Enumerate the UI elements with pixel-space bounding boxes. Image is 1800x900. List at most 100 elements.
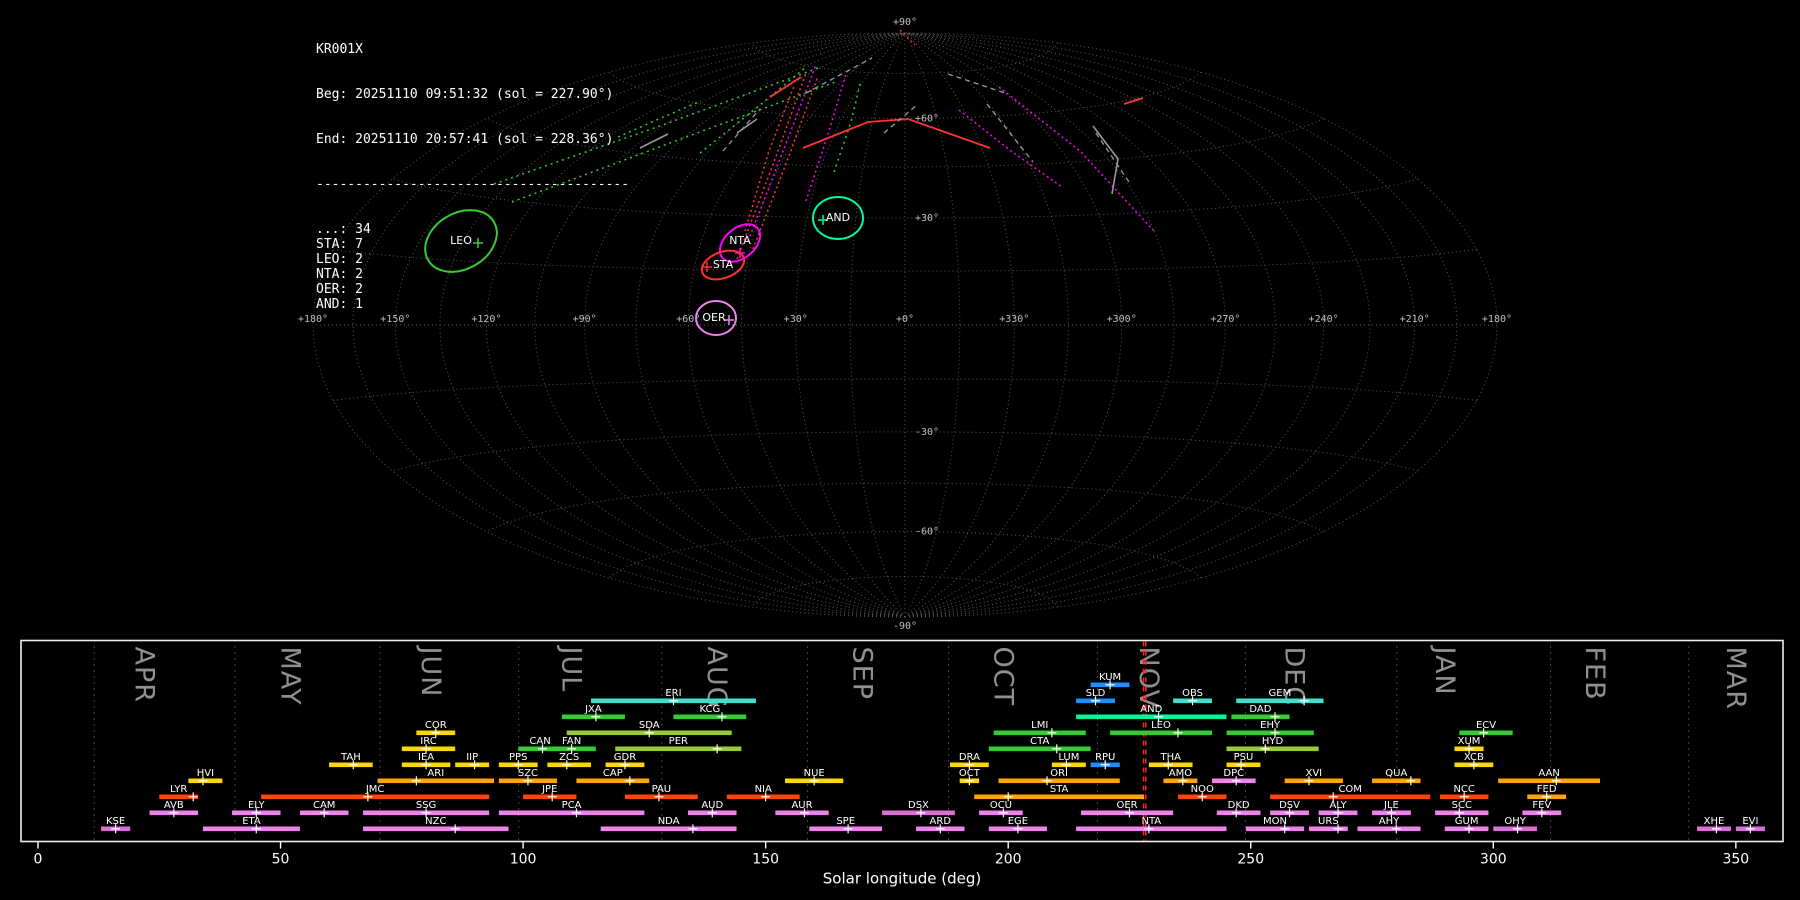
shower-label-SCC: SCC — [1452, 800, 1472, 811]
peak-marker-LYR — [188, 792, 198, 802]
lat-grid-label: +30° — [915, 213, 939, 224]
shower-label-HVI: HVI — [197, 768, 214, 779]
meteor-track — [736, 118, 758, 134]
shower-label-KCG: KCG — [699, 704, 720, 715]
shower-bar-EHY — [1226, 730, 1314, 736]
shower-bar-CAP — [576, 778, 650, 784]
lon-grid-label: +300° — [1107, 314, 1137, 325]
shower-bar-NZC — [363, 826, 509, 832]
lon-grid-label: +0° — [896, 314, 914, 325]
shower-bar-PER — [615, 746, 742, 752]
x-tick-label: 150 — [752, 852, 779, 868]
shower-label-PAU: PAU — [652, 784, 672, 795]
meteor-track — [617, 100, 702, 138]
peak-marker-CAP — [625, 776, 635, 786]
shower-label-OCU: OCU — [990, 800, 1012, 811]
meteor-track — [1092, 125, 1119, 195]
count-LEO: LEO: 2 — [316, 252, 363, 267]
shower-bar-GEM — [1236, 698, 1324, 704]
shower-label-DAD: DAD — [1249, 704, 1271, 715]
lon-grid-label: +330° — [999, 314, 1029, 325]
shower-label-DSX: DSX — [908, 800, 929, 811]
shower-label-GUM: GUM — [1455, 816, 1479, 827]
shower-label-THA: THA — [1159, 752, 1181, 763]
shower-label-STA: STA — [1050, 784, 1069, 795]
shower-bar-COM — [1270, 794, 1431, 800]
shower-label-JXA: JXA — [584, 704, 602, 715]
shower-label-DPC: DPC — [1223, 768, 1244, 779]
session-end: End: 20251110 20:57:41 (sol = 228.36°) — [316, 132, 614, 147]
meteor-track — [699, 66, 807, 154]
shower-bar-AAN — [1498, 778, 1601, 784]
shower-label-PSU: PSU — [1234, 752, 1254, 763]
radiant-label-OER: OER — [702, 311, 726, 324]
shower-label-URS: URS — [1318, 816, 1339, 827]
radiant-label-AND: AND — [826, 211, 850, 224]
meteor-track — [986, 103, 1034, 163]
peak-marker-QUA — [1406, 776, 1416, 786]
lon-grid-label: +240° — [1309, 314, 1339, 325]
meteor-track — [1123, 97, 1144, 105]
shower-bar-HYD — [1226, 746, 1319, 752]
graticule-meridian — [904, 32, 1226, 618]
shower-bar-AND — [1076, 714, 1227, 720]
shower-bar-DAD — [1231, 714, 1290, 720]
graticule-meridian — [904, 32, 1175, 618]
sky-map-plot: LEO NTASTAOERAND+180° +150° +120° +90° +60° +3… — [298, 17, 1512, 630]
shower-label-DKD: DKD — [1228, 800, 1250, 811]
shower-label-AUR: AUR — [791, 800, 812, 811]
graticule-parallel — [751, 575, 1059, 608]
peak-marker-NDA — [688, 824, 698, 834]
shower-label-CAN: CAN — [529, 736, 550, 747]
month-label-JUN: JUN — [415, 645, 446, 698]
month-label-FEB: FEB — [1579, 647, 1610, 701]
month-label-JUL: JUL — [556, 645, 587, 693]
meteor-track — [899, 29, 916, 46]
lat-grid-label: +60° — [915, 114, 939, 125]
shower-label-TAH: TAH — [340, 752, 361, 763]
count-...: ...: 34 — [316, 222, 371, 237]
meteor-track — [805, 57, 873, 94]
month-label-MAR: MAR — [1720, 647, 1751, 711]
shower-bar-JMC — [261, 794, 490, 800]
month-label-NOV: NOV — [1133, 647, 1164, 709]
shower-label-SPE: SPE — [836, 816, 855, 827]
graticule-parallel — [608, 531, 1202, 579]
shower-label-AHY: AHY — [1379, 816, 1400, 827]
shower-label-ORI: ORI — [1050, 768, 1068, 779]
lon-grid-label: +180° — [1482, 314, 1512, 325]
shower-label-LEO: LEO — [1151, 720, 1171, 731]
meteor-track — [744, 85, 795, 232]
lon-grid-label: +270° — [1210, 314, 1240, 325]
station-id: KR001X — [316, 42, 363, 57]
activity-timeline-plot: APR MAY JUN JUL AUG SEP OCT NOV DEC JAN FEB MARKUME… — [20, 639, 1784, 888]
shower-bar-AHY — [1357, 826, 1421, 832]
peak-marker-LEO — [1173, 728, 1183, 738]
count-NTA: NTA: 2 — [316, 267, 363, 282]
shower-bar-ETA — [202, 826, 300, 832]
shower-bar-LMI — [993, 730, 1086, 736]
shower-label-ZCS: ZCS — [559, 752, 579, 763]
lon-grid-label: +30° — [784, 314, 808, 325]
lon-grid-label: +60° — [676, 314, 700, 325]
x-tick-label: 100 — [510, 852, 537, 868]
shower-label-ECV: ECV — [1476, 720, 1496, 731]
x-tick-label: 0 — [34, 852, 43, 868]
shower-label-AMO: AMO — [1169, 768, 1192, 779]
shower-label-IIP: IIP — [466, 752, 478, 763]
x-tick-label: 300 — [1480, 852, 1507, 868]
month-label-OCT: OCT — [987, 647, 1018, 707]
radiant-label-NTA: NTA — [729, 234, 751, 247]
shower-label-AND: AND — [1140, 704, 1162, 715]
shower-label-NTA: NTA — [1141, 816, 1161, 827]
shower-label-NZC: NZC — [425, 816, 446, 827]
shower-label-IRC: IRC — [420, 736, 436, 747]
pole-grid-label: -90° — [893, 621, 917, 630]
shower-label-OHY: OHY — [1504, 816, 1526, 827]
shower-bar-NDA — [600, 826, 737, 832]
shower-label-OER: OER — [1116, 800, 1137, 811]
x-tick-label: 200 — [995, 852, 1022, 868]
shower-label-LUM: LUM — [1058, 752, 1079, 763]
x-tick-label: 250 — [1237, 852, 1264, 868]
peak-marker-ARI — [411, 776, 421, 786]
